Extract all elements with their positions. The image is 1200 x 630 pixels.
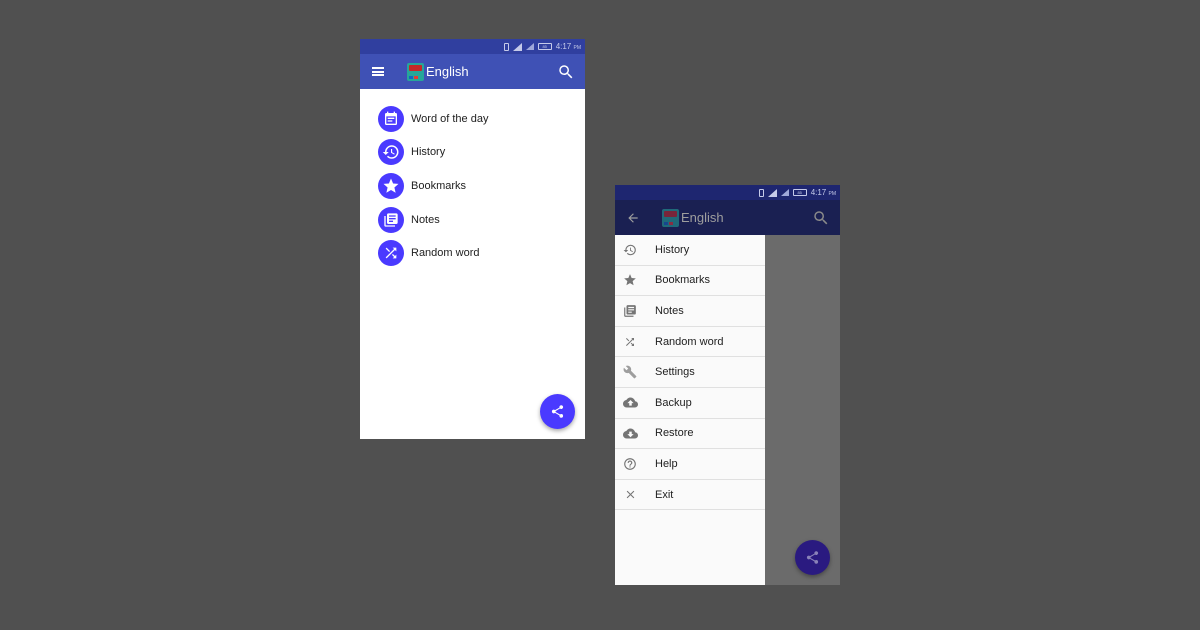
wrench-icon xyxy=(623,365,637,379)
ampm-text: PM xyxy=(573,45,582,51)
drawer-item-label: Restore xyxy=(655,427,694,440)
menu-button[interactable] xyxy=(360,54,396,89)
app-toolbar: English xyxy=(360,54,585,89)
app-toolbar: English xyxy=(615,200,840,235)
time-text: 4:17 xyxy=(555,42,572,51)
shuffle-icon xyxy=(626,337,634,346)
app-logo-icon xyxy=(407,62,424,81)
back-button[interactable] xyxy=(615,200,651,235)
vibrate-icon xyxy=(758,188,764,197)
home-item-label: History xyxy=(411,146,446,159)
cloud-upload-icon xyxy=(622,397,638,408)
drawer-item-random-word[interactable]: Random word xyxy=(615,327,765,358)
drawer-item-label: Backup xyxy=(655,396,692,409)
phone-home-screen: 85 4:17 PM English Word of the day Histo… xyxy=(360,39,585,439)
navigation-drawer: History Bookmarks Notes Random word Sett… xyxy=(615,235,765,585)
home-item-history[interactable]: History xyxy=(360,136,585,170)
drawer-item-exit[interactable]: Exit xyxy=(615,480,765,511)
home-item-label: Bookmarks xyxy=(411,179,467,192)
history-icon xyxy=(623,244,636,256)
help-icon xyxy=(624,458,636,470)
home-item-bookmarks[interactable]: Bookmarks xyxy=(360,169,585,203)
status-bar: 85 4:17 PM xyxy=(360,39,585,54)
time-text: 4:17 xyxy=(810,188,827,197)
vibrate-icon xyxy=(503,42,509,51)
home-item-word-of-the-day[interactable]: Word of the day xyxy=(360,102,585,136)
share-fab-button[interactable] xyxy=(540,394,575,429)
home-item-label: Notes xyxy=(411,213,440,226)
home-menu-list: Word of the day History Bookmarks Notes … xyxy=(360,89,585,270)
drawer-item-notes[interactable]: Notes xyxy=(615,296,765,327)
drawer-item-help[interactable]: Help xyxy=(615,449,765,480)
drawer-item-bookmarks[interactable]: Bookmarks xyxy=(615,266,765,297)
signal-icon-2 xyxy=(780,189,789,196)
share-fab-button[interactable] xyxy=(795,540,830,575)
home-item-random-word[interactable]: Random word xyxy=(360,236,585,270)
search-icon[interactable] xyxy=(557,63,575,81)
drawer-item-label: Exit xyxy=(655,488,674,501)
drawer-item-label: Bookmarks xyxy=(655,274,711,287)
shuffle-icon xyxy=(378,240,404,267)
signal-icon xyxy=(512,42,522,51)
drawer-item-label: Settings xyxy=(655,366,695,379)
cloud-download-icon xyxy=(622,428,638,439)
share-icon xyxy=(806,551,819,564)
battery-icon: 85 xyxy=(537,43,552,50)
back-arrow-icon xyxy=(628,212,638,223)
drawer-item-backup[interactable]: Backup xyxy=(615,388,765,419)
calendar-icon xyxy=(378,105,404,132)
home-item-label: Random word xyxy=(411,247,480,260)
star-icon xyxy=(378,172,404,199)
app-title: English xyxy=(426,64,469,79)
phone-drawer-screen: 85 4:17 PM English History Bookmarks Not… xyxy=(615,185,840,585)
signal-icon xyxy=(767,188,777,197)
hamburger-icon xyxy=(372,67,384,76)
drawer-item-restore[interactable]: Restore xyxy=(615,419,765,450)
home-item-label: Word of the day xyxy=(411,112,489,125)
drawer-item-label: History xyxy=(655,243,690,256)
notes-icon xyxy=(624,305,636,317)
search-icon[interactable] xyxy=(812,209,830,227)
drawer-item-history[interactable]: History xyxy=(615,235,765,266)
drawer-item-label: Notes xyxy=(655,304,684,317)
status-time: 4:17 PM xyxy=(811,188,836,197)
star-icon xyxy=(624,274,636,286)
drawer-item-settings[interactable]: Settings xyxy=(615,357,765,388)
drawer-item-label: Random word xyxy=(655,335,724,348)
home-item-notes[interactable]: Notes xyxy=(360,203,585,237)
status-bar: 85 4:17 PM xyxy=(615,185,840,200)
app-title: English xyxy=(681,210,724,225)
app-logo-icon xyxy=(662,208,679,227)
battery-icon: 85 xyxy=(792,189,807,196)
notes-icon xyxy=(378,206,404,233)
drawer-item-label: Help xyxy=(655,457,678,470)
status-time: 4:17 PM xyxy=(556,42,581,51)
signal-icon-2 xyxy=(525,43,534,50)
close-icon xyxy=(626,490,634,499)
history-icon xyxy=(378,139,404,166)
share-icon xyxy=(551,405,564,418)
ampm-text: PM xyxy=(828,191,837,197)
